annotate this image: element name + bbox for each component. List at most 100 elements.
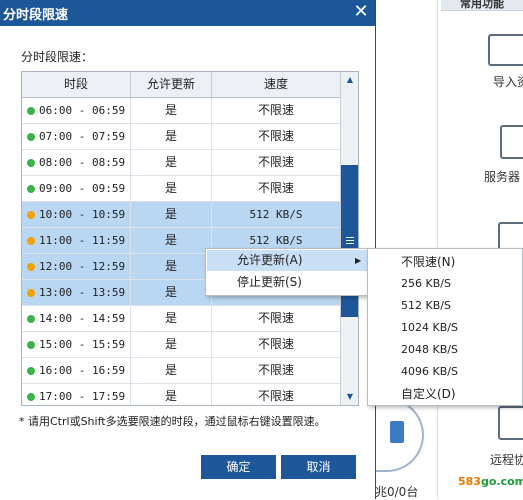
time-cell: 08:00 - 08:59 bbox=[22, 150, 131, 175]
allow-update-cell: 是 bbox=[131, 228, 212, 253]
speed-cell: 不限速 bbox=[257, 181, 294, 195]
speed-option-label: 不限速(N) bbox=[401, 255, 456, 269]
allow-update-cell: 是 bbox=[131, 176, 212, 201]
allow-update-cell: 是 bbox=[131, 254, 212, 279]
status-dot-icon bbox=[27, 341, 35, 349]
allow-update-cell: 是 bbox=[131, 202, 212, 227]
table-row[interactable]: 16:00 - 16:59 是 不限速 bbox=[22, 358, 340, 384]
import-icon[interactable] bbox=[488, 34, 523, 66]
status-dot-icon bbox=[27, 289, 35, 297]
speed-option-2048[interactable]: 2048 KB/S bbox=[369, 339, 521, 361]
time-range-text: 10:00 - 10:59 bbox=[39, 208, 126, 221]
cancel-button[interactable]: 取消 bbox=[281, 455, 356, 479]
header-allow-update[interactable]: 允许更新 bbox=[131, 72, 212, 97]
remote-label[interactable]: 远程协 bbox=[490, 451, 523, 468]
time-range-text: 13:00 - 13:59 bbox=[39, 286, 126, 299]
allow-update-cell: 是 bbox=[131, 150, 212, 175]
speed-cell: 不限速 bbox=[257, 155, 294, 169]
context-menu: 允许更新(A) ▶ 停止更新(S) bbox=[205, 248, 369, 296]
status-dot-icon bbox=[27, 211, 35, 219]
speed-cell: 512 KB/S bbox=[249, 208, 303, 221]
submenu-arrow-icon: ▶ bbox=[355, 256, 362, 265]
status-dot-icon bbox=[27, 315, 35, 323]
section-title: 常用功能 bbox=[441, 0, 523, 11]
speed-option-label: 1024 KB/S bbox=[401, 321, 458, 334]
speed-cell: 不限速 bbox=[257, 129, 294, 143]
table-row[interactable]: 17:00 - 17:59 是 不限速 bbox=[22, 384, 340, 405]
time-range-text: 14:00 - 14:59 bbox=[39, 312, 126, 325]
time-range-text: 09:00 - 09:59 bbox=[39, 182, 126, 195]
menu-item-label: 允许更新(A) bbox=[237, 253, 303, 267]
time-cell: 15:00 - 15:59 bbox=[22, 332, 131, 357]
table-row[interactable]: 07:00 - 07:59 是 不限速 bbox=[22, 124, 340, 150]
ok-button[interactable]: 确定 bbox=[201, 455, 276, 479]
time-range-text: 11:00 - 11:59 bbox=[39, 234, 126, 247]
server-icon[interactable] bbox=[500, 125, 523, 159]
speed-option-label: 256 KB/S bbox=[401, 277, 451, 290]
speed-option-custom[interactable]: 自定义(D) bbox=[369, 383, 521, 405]
menu-item-stop-update[interactable]: 停止更新(S) bbox=[207, 272, 367, 293]
status-dot-icon bbox=[27, 263, 35, 271]
time-cell: 06:00 - 06:59 bbox=[22, 98, 131, 123]
speed-option-1024[interactable]: 1024 KB/S bbox=[369, 317, 521, 339]
table-row[interactable]: 10:00 - 10:59 是 512 KB/S bbox=[22, 202, 340, 228]
disk-label: 兆0/0台 bbox=[375, 485, 419, 499]
allow-update-cell: 是 bbox=[131, 98, 212, 123]
time-cell: 16:00 - 16:59 bbox=[22, 358, 131, 383]
time-cell: 14:00 - 14:59 bbox=[22, 306, 131, 331]
import-label[interactable]: 导入资 bbox=[493, 73, 523, 90]
status-dot-icon bbox=[27, 107, 35, 115]
speed-submenu: 不限速(N) 256 KB/S 512 KB/S 1024 KB/S 2048 … bbox=[367, 248, 523, 406]
time-cell: 10:00 - 10:59 bbox=[22, 202, 131, 227]
watermark-suffix: go.com bbox=[480, 475, 523, 488]
dialog-title: 分时段限速 bbox=[3, 8, 69, 23]
table-row[interactable]: 08:00 - 08:59 是 不限速 bbox=[22, 150, 340, 176]
speed-option-label: 2048 KB/S bbox=[401, 343, 458, 356]
menu-item-allow-update[interactable]: 允许更新(A) ▶ bbox=[207, 250, 367, 271]
scroll-down-arrow-icon[interactable]: ▼ bbox=[341, 389, 358, 405]
allow-update-cell: 是 bbox=[131, 384, 212, 405]
table-row[interactable]: 14:00 - 14:59 是 不限速 bbox=[22, 306, 340, 332]
watermark: 583go.com bbox=[458, 475, 523, 488]
header-time[interactable]: 时段 bbox=[22, 72, 131, 97]
close-icon[interactable]: ✕ bbox=[351, 2, 371, 22]
speed-option-unlimited[interactable]: 不限速(N) bbox=[369, 251, 521, 273]
speed-cell: 不限速 bbox=[257, 311, 294, 325]
status-dot-icon bbox=[27, 185, 35, 193]
time-range-text: 12:00 - 12:59 bbox=[39, 260, 126, 273]
server-label[interactable]: 服务器 bbox=[484, 168, 520, 185]
speed-option-256[interactable]: 256 KB/S bbox=[369, 273, 521, 295]
time-range-text: 08:00 - 08:59 bbox=[39, 156, 126, 169]
table-row[interactable]: 15:00 - 15:59 是 不限速 bbox=[22, 332, 340, 358]
speed-cell: 不限速 bbox=[257, 389, 294, 403]
header-speed[interactable]: 速度 bbox=[212, 72, 340, 97]
speed-option-512[interactable]: 512 KB/S bbox=[369, 295, 521, 317]
time-range-text: 06:00 - 06:59 bbox=[39, 104, 126, 117]
title-bar[interactable]: 分时段限速 ✕ bbox=[0, 0, 375, 26]
remote-monitor-icon[interactable] bbox=[498, 406, 523, 440]
time-range-text: 07:00 - 07:59 bbox=[39, 130, 126, 143]
table-row[interactable]: 09:00 - 09:59 是 不限速 bbox=[22, 176, 340, 202]
status-dot-icon bbox=[27, 393, 35, 401]
time-cell: 12:00 - 12:59 bbox=[22, 254, 131, 279]
speed-option-label: 512 KB/S bbox=[401, 299, 451, 312]
allow-update-cell: 是 bbox=[131, 332, 212, 357]
time-range-text: 15:00 - 15:59 bbox=[39, 338, 126, 351]
speed-cell: 不限速 bbox=[257, 337, 294, 351]
table-row[interactable]: 06:00 - 06:59 是 不限速 bbox=[22, 98, 340, 124]
time-cell: 07:00 - 07:59 bbox=[22, 124, 131, 149]
allow-update-cell: 是 bbox=[131, 124, 212, 149]
vertical-scrollbar[interactable]: ▲ ▼ bbox=[340, 72, 358, 405]
speed-option-label: 4096 KB/S bbox=[401, 365, 458, 378]
disk-chip-icon bbox=[390, 421, 404, 443]
speed-cell: 不限速 bbox=[257, 363, 294, 377]
status-dot-icon bbox=[27, 237, 35, 245]
scroll-up-arrow-icon[interactable]: ▲ bbox=[341, 72, 358, 88]
allow-update-cell: 是 bbox=[131, 306, 212, 331]
status-dot-icon bbox=[27, 159, 35, 167]
time-range-text: 17:00 - 17:59 bbox=[39, 390, 126, 403]
speed-option-4096[interactable]: 4096 KB/S bbox=[369, 361, 521, 383]
table-header: 时段 允许更新 速度 bbox=[22, 72, 340, 98]
status-dot-icon bbox=[27, 133, 35, 141]
usage-hint: * 请用Ctrl或Shift多选要限速的时段，通过鼠标右键设置限速。 bbox=[19, 415, 326, 428]
